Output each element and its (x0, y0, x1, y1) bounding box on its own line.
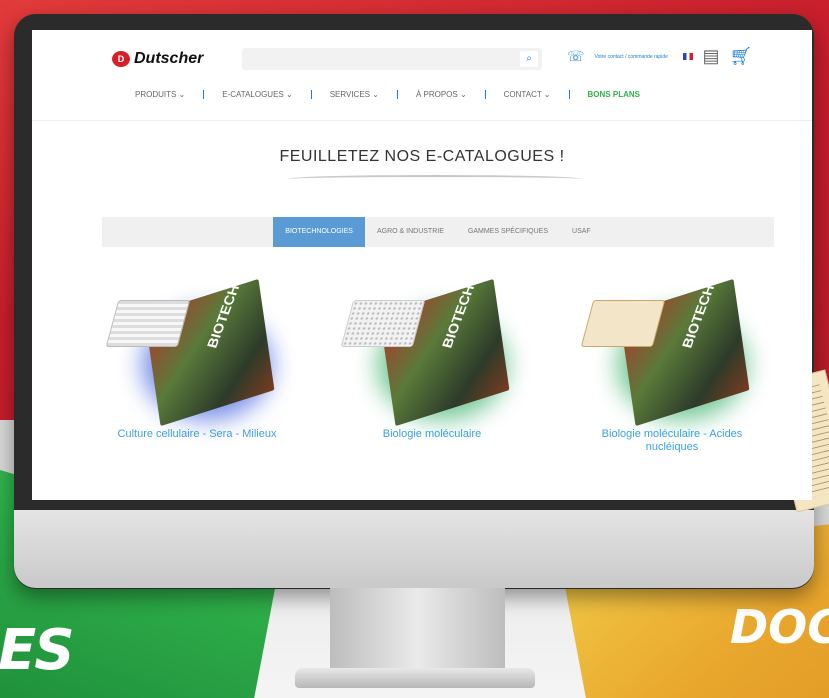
search-input[interactable]: ⌕ (242, 48, 542, 70)
monitor-base (295, 668, 535, 688)
contact-link[interactable]: Votre contact / commande rapide (595, 54, 673, 60)
backdrop-word-left: ES (0, 618, 75, 683)
cover-title: BIOTECH (678, 283, 718, 350)
website-screen: D Dutscher ⌕ ☏ Votre contact / commande … (32, 30, 812, 500)
tab-biotechnologies[interactable]: BIOTECHNOLOGIES (273, 217, 365, 247)
tab-gammes-specifiques[interactable]: GAMMES SPÉCIFIQUES (456, 217, 560, 247)
catalogue-cover[interactable]: BIOTECH (337, 278, 527, 427)
site-header: D Dutscher ⌕ ☏ Votre contact / commande … (32, 30, 812, 121)
monitor-stand (330, 588, 505, 668)
cover-title: BIOTECH (438, 283, 478, 350)
catalogue-title[interactable]: Culture cellulaire - Sera - Milieux (102, 428, 292, 441)
account-icon[interactable]: ▤ (703, 46, 720, 67)
monitor-chin (14, 510, 814, 588)
search-icon[interactable]: ⌕ (520, 51, 538, 67)
catalogue-card[interactable]: BIOTECH Culture cellulaire - Sera - Mili… (102, 278, 292, 441)
main-nav: PRODUITS ⌄ E-CATALOGUES ⌄ SERVICES ⌄ À P… (117, 90, 658, 99)
nav-bons-plans[interactable]: BONS PLANS (570, 90, 658, 99)
tab-agro-industrie[interactable]: AGRO & INDUSTRIE (365, 217, 456, 247)
logo-icon: D (112, 51, 130, 67)
logo-text: Dutscher (134, 50, 204, 67)
title-underline (287, 175, 582, 183)
phone-icon[interactable]: ☏ (567, 48, 585, 65)
french-flag-icon[interactable] (682, 53, 693, 60)
catalogue-cover[interactable]: BIOTECH (102, 278, 292, 427)
nav-e-catalogues[interactable]: E-CATALOGUES ⌄ (204, 90, 312, 99)
catalogue-card[interactable]: BIOTECH Biologie moléculaire (337, 278, 527, 441)
catalogue-card[interactable]: BIOTECH Biologie moléculaire - Acides nu… (577, 278, 767, 454)
brand-logo[interactable]: D Dutscher (112, 50, 203, 68)
catalogue-tabs: BIOTECHNOLOGIES AGRO & INDUSTRIE GAMMES … (102, 217, 774, 247)
cart-icon[interactable]: 🛒︎ (730, 46, 753, 67)
header-tools: ☏ Votre contact / commande rapide ▤ 🛒︎ (567, 46, 752, 67)
catalogue-title[interactable]: Biologie moléculaire - Acides nucléiques (577, 428, 767, 454)
nav-services[interactable]: SERVICES ⌄ (312, 90, 398, 99)
nav-a-propos[interactable]: À PROPOS ⌄ (398, 90, 486, 99)
nav-contact[interactable]: CONTACT ⌄ (486, 90, 570, 99)
nav-produits[interactable]: PRODUITS ⌄ (117, 90, 205, 99)
page-title: FEUILLETEZ NOS E-CATALOGUES ! (279, 148, 565, 165)
backdrop-word-right: DOCU (730, 600, 829, 654)
cover-title: BIOTECH (203, 283, 243, 350)
catalogue-grid: BIOTECH Culture cellulaire - Sera - Mili… (102, 278, 782, 490)
tab-usaf[interactable]: USAF (560, 217, 603, 247)
catalogue-cover[interactable]: BIOTECH (577, 278, 767, 427)
catalogue-title[interactable]: Biologie moléculaire (337, 428, 527, 441)
